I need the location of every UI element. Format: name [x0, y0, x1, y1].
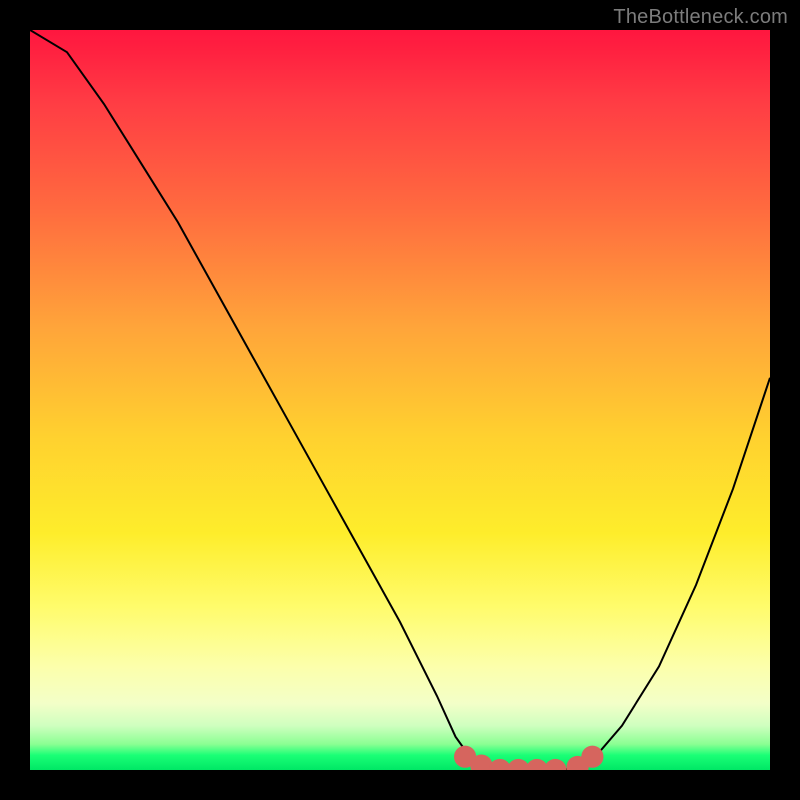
- plot-area: [30, 30, 770, 770]
- marker-dot: [544, 759, 566, 770]
- marker-dot: [581, 746, 603, 768]
- chart-frame: TheBottleneck.com: [0, 0, 800, 800]
- curve-layer: [30, 30, 770, 770]
- marker-group: [454, 746, 604, 770]
- bottleneck-curve: [30, 30, 770, 770]
- watermark-text: TheBottleneck.com: [613, 6, 788, 29]
